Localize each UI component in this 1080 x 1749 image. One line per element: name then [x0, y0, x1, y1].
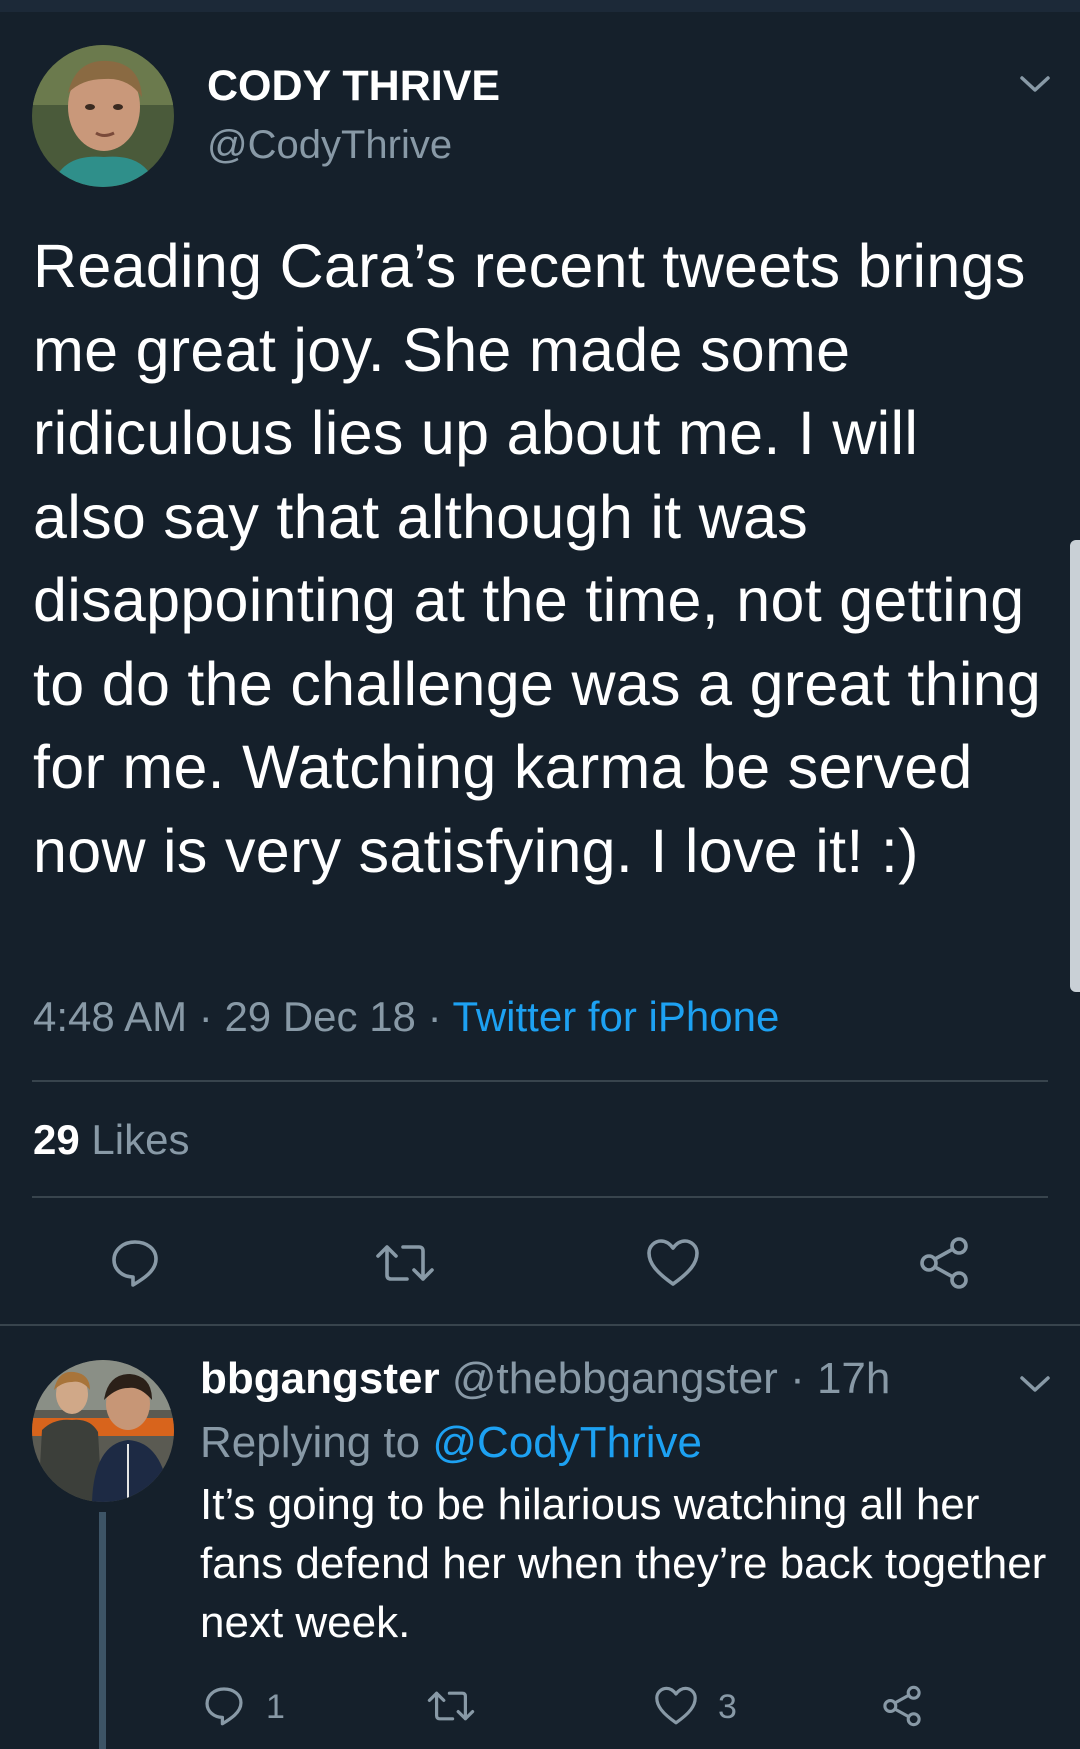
retweet-button[interactable] — [374, 1236, 436, 1290]
display-name[interactable]: CODY THRIVE — [207, 62, 500, 111]
thread-line — [99, 1512, 106, 1749]
reply-text: It’s going to be hilarious watching all … — [200, 1480, 1047, 1647]
avatar[interactable] — [32, 1360, 174, 1502]
reply-button[interactable] — [108, 1236, 162, 1290]
user-handle[interactable]: @CodyThrive — [207, 123, 452, 168]
replying-to: Replying to @CodyThrive — [200, 1418, 702, 1468]
heart-icon — [655, 1686, 697, 1725]
reply-header: bbgangster @thebbgangster · 17h — [200, 1354, 890, 1404]
meta-separator: · — [790, 1354, 805, 1403]
scrollbar[interactable] — [1070, 540, 1080, 992]
heart-icon — [647, 1239, 699, 1286]
reply-count: 1 — [266, 1688, 285, 1726]
profile-photo — [32, 1360, 174, 1502]
tweet-source-link[interactable]: Twitter for iPhone — [453, 993, 780, 1040]
reply-timestamp: 17h — [816, 1354, 891, 1403]
likes-count: 29 — [33, 1116, 80, 1163]
like-count: 3 — [718, 1688, 737, 1726]
share-icon — [883, 1685, 921, 1727]
retweet-icon — [427, 1691, 475, 1721]
speech-bubble-icon — [205, 1687, 243, 1726]
reply-button[interactable] — [202, 1684, 246, 1728]
tweet-date: 29 Dec 18 — [224, 993, 416, 1040]
tweet-time: 4:48 AM — [33, 993, 188, 1040]
meta-separator: · — [427, 993, 442, 1040]
retweet-icon — [376, 1245, 434, 1281]
chevron-down-icon[interactable] — [1018, 1372, 1052, 1396]
tweet-text: Reading Cara’s recent tweets brings me g… — [33, 232, 1042, 885]
meta-separator: · — [198, 993, 213, 1040]
share-button[interactable] — [880, 1684, 924, 1728]
reply-handle[interactable]: @thebbgangster — [452, 1354, 778, 1403]
divider — [32, 1196, 1048, 1198]
replying-to-label: Replying to — [200, 1418, 421, 1467]
divider — [0, 1324, 1080, 1326]
avatar[interactable] — [32, 45, 174, 187]
replying-to-mention[interactable]: @CodyThrive — [432, 1418, 702, 1467]
share-button[interactable] — [916, 1236, 972, 1290]
chevron-down-icon[interactable] — [1018, 72, 1052, 96]
like-button[interactable] — [646, 1236, 700, 1290]
speech-bubble-icon — [112, 1240, 158, 1287]
retweet-button[interactable] — [426, 1684, 476, 1728]
share-icon — [920, 1237, 968, 1289]
divider — [32, 1080, 1048, 1082]
status-bar-strip — [0, 0, 1080, 12]
reply-display-name[interactable]: bbgangster — [200, 1354, 440, 1403]
tweet-meta: 4:48 AM · 29 Dec 18 · Twitter for iPhone — [33, 993, 779, 1041]
like-button[interactable] — [654, 1684, 698, 1728]
profile-photo — [32, 45, 174, 187]
likes-stat[interactable]: 29 Likes — [33, 1116, 189, 1164]
likes-label: Likes — [91, 1116, 190, 1163]
